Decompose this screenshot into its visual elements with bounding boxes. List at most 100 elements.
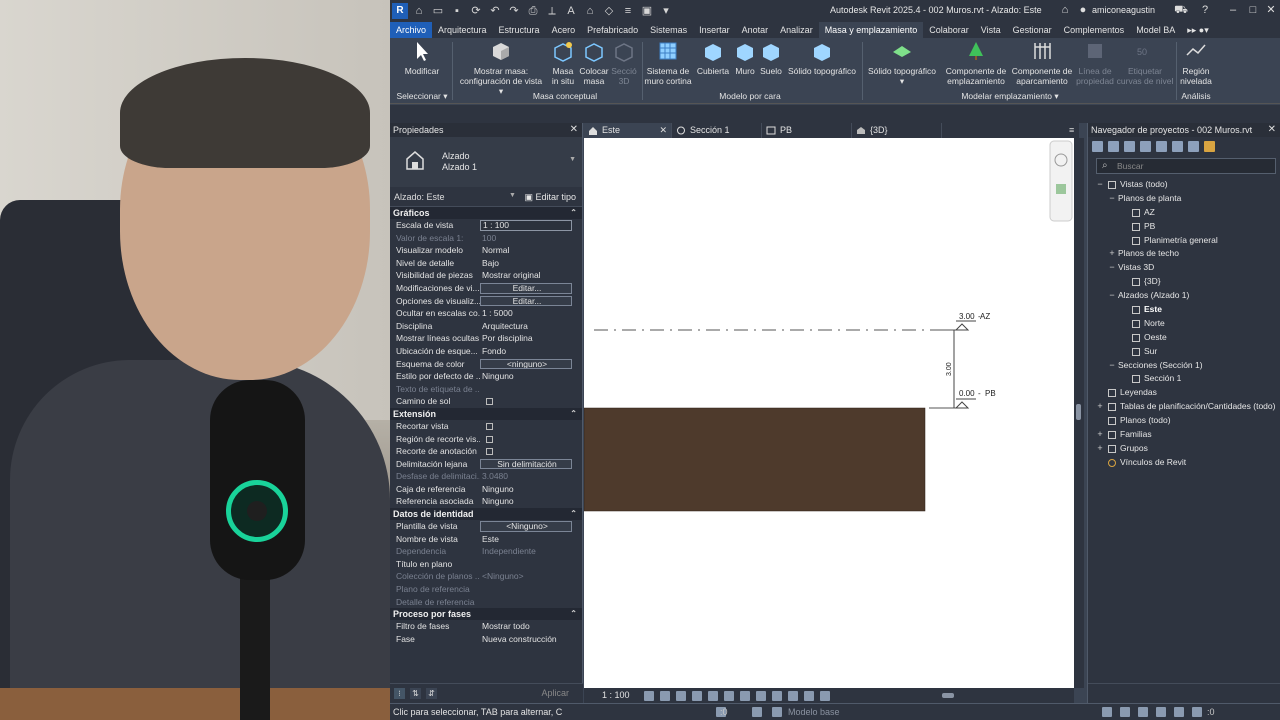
type-selector[interactable]: Alzado Alzado 1 ▼ xyxy=(390,137,582,187)
visual-style-icon[interactable] xyxy=(660,691,670,701)
property-value[interactable]: Ninguno xyxy=(480,495,582,508)
view-scale[interactable]: 1 : 100 xyxy=(602,690,630,700)
tree-node[interactable]: − Secciones (Sección 1) xyxy=(1088,359,1280,373)
tree-node[interactable]: Planimetría general xyxy=(1088,234,1280,248)
tab-estructura[interactable]: Estructura xyxy=(493,22,546,38)
home-view-icon[interactable] xyxy=(1092,140,1103,152)
label-contours-button[interactable]: 50 Etiquetar curvas de nivel xyxy=(1116,40,1174,86)
collapse-icon[interactable]: − xyxy=(1096,178,1104,192)
expand-icon[interactable]: + xyxy=(1096,442,1104,456)
analytical-icon[interactable] xyxy=(820,691,830,701)
tab-menu-icon[interactable]: ≡ xyxy=(1069,123,1079,138)
tree-node[interactable]: − Planos de planta xyxy=(1088,192,1280,206)
close-icon[interactable]: ✕ xyxy=(570,123,578,137)
roof-button[interactable]: Cubierta xyxy=(696,40,730,76)
property-checkbox[interactable] xyxy=(480,420,582,433)
tree-node[interactable]: Leyendas xyxy=(1088,386,1280,400)
tab-gestionar[interactable]: Gestionar xyxy=(1007,22,1058,38)
tree-node[interactable]: + Grupos xyxy=(1088,442,1280,456)
tab-analizar[interactable]: Analizar xyxy=(774,22,819,38)
tree-node[interactable]: Vínculos de Revit xyxy=(1088,456,1280,470)
collapse-icon[interactable]: − xyxy=(1108,359,1116,373)
close-icon[interactable]: ✕ xyxy=(1268,123,1276,137)
link-icon[interactable] xyxy=(1204,140,1215,152)
family-icon[interactable] xyxy=(1156,140,1167,152)
edit-type-button[interactable]: ▣ Editar tipo xyxy=(524,192,576,203)
show-mass-button[interactable]: Mostrar masa: configuración de vista ▾ xyxy=(458,40,544,96)
property-value[interactable]: Editar... xyxy=(480,282,572,294)
property-value[interactable]: Mostrar original xyxy=(480,269,582,282)
drawing-canvas[interactable]: 3.00 AZ - 0.00 - PB 3.00 xyxy=(584,138,1074,688)
maximize-icon[interactable]: □ xyxy=(1246,3,1260,17)
crop-view-icon[interactable] xyxy=(724,691,734,701)
property-value[interactable]: Ninguno xyxy=(480,370,582,383)
worksharing-icon[interactable] xyxy=(804,691,814,701)
tab-masa-emplazamiento[interactable]: Masa y emplazamiento xyxy=(818,22,924,38)
instance-selector[interactable]: Alzado: Este xyxy=(394,192,445,202)
show-crop-icon[interactable] xyxy=(740,691,750,701)
text-icon[interactable]: A xyxy=(563,3,579,19)
property-value[interactable]: Mostrar todo xyxy=(480,620,582,633)
tab-model-ba[interactable]: Model BA xyxy=(1130,22,1181,38)
property-value[interactable]: Este xyxy=(480,533,582,546)
property-line-button[interactable]: Línea de propiedad xyxy=(1076,40,1114,86)
expand-icon[interactable]: + xyxy=(1096,428,1104,442)
view-3d-icon[interactable] xyxy=(1108,140,1119,152)
tree-node[interactable]: − Vistas 3D xyxy=(1088,261,1280,275)
minimize-icon[interactable]: – xyxy=(1226,3,1240,17)
tab-view-3d[interactable]: {3D} xyxy=(852,123,942,138)
tree-node[interactable]: + Familias xyxy=(1088,428,1280,442)
parking-component-button[interactable]: Componente de aparcamiento xyxy=(1010,40,1074,86)
more-tabs-icon[interactable]: ▸▸ ●▾ xyxy=(1181,22,1215,38)
user-name[interactable]: amiconeagustin xyxy=(1092,5,1155,15)
section-3d-button[interactable]: Secció 3D xyxy=(610,40,638,86)
collapse-icon[interactable]: ⌃ xyxy=(570,207,577,219)
toposolid-button[interactable]: Sólido topográfico ▾ xyxy=(866,40,938,86)
property-value[interactable]: 1 : 100 xyxy=(480,220,572,231)
collapse-icon[interactable]: − xyxy=(1108,192,1116,206)
sheet-icon[interactable] xyxy=(1140,140,1151,152)
sun-path-icon[interactable] xyxy=(676,691,686,701)
home-icon[interactable]: ⌂ xyxy=(411,3,427,19)
undo-icon[interactable]: ↶ xyxy=(487,3,503,19)
temp-hide-icon[interactable] xyxy=(772,691,782,701)
property-section-header[interactable]: Gráficos ⌃ xyxy=(390,207,582,219)
tree-node[interactable]: Sección 1 xyxy=(1088,372,1280,386)
property-value[interactable]: Nueva construcción xyxy=(480,633,582,646)
revit-logo-icon[interactable]: R xyxy=(392,3,408,19)
property-value[interactable]: Normal xyxy=(480,244,582,257)
checkbox[interactable] xyxy=(486,398,493,406)
group-modelar-emplazamiento[interactable]: Modelar emplazamiento ▾ xyxy=(950,91,1070,102)
print-icon[interactable]: ⎙ xyxy=(525,3,541,19)
checkbox[interactable] xyxy=(486,435,493,443)
save-icon[interactable]: ▪ xyxy=(449,3,465,19)
graded-region-button[interactable]: Región nivelada xyxy=(1180,40,1212,86)
tab-archivo[interactable]: Archivo xyxy=(390,22,433,38)
tree-node[interactable]: Sur xyxy=(1088,345,1280,359)
tree-node[interactable]: Oeste xyxy=(1088,331,1280,345)
place-mass-button[interactable]: Colocar masa xyxy=(578,40,610,86)
tree-node[interactable]: {3D} xyxy=(1088,275,1280,289)
in-place-mass-button[interactable]: Masa in situ xyxy=(548,40,578,86)
checkbox[interactable] xyxy=(486,448,493,456)
select-links-icon[interactable] xyxy=(1102,707,1112,717)
cloud-icon[interactable]: ⌂ xyxy=(1058,3,1072,17)
property-value[interactable]: 1 : 5000 xyxy=(480,307,582,320)
property-value[interactable]: Bajo xyxy=(480,257,582,270)
property-value[interactable]: Sin delimitación xyxy=(480,458,572,470)
tree-node[interactable]: Planos (todo) xyxy=(1088,414,1280,428)
render-icon[interactable] xyxy=(708,691,718,701)
tab-vista[interactable]: Vista xyxy=(975,22,1007,38)
property-value[interactable]: Fondo xyxy=(480,345,582,358)
tab-acero[interactable]: Acero xyxy=(546,22,582,38)
toposolid-face-button[interactable]: Sólido topográfico xyxy=(786,40,858,76)
property-value[interactable]: Ninguno xyxy=(480,483,582,496)
user-icon[interactable]: ● xyxy=(1076,3,1090,17)
select-dropdown[interactable]: Seleccionar ▾ xyxy=(394,91,450,102)
property-value[interactable]: <Ninguno> xyxy=(480,521,572,532)
filter-icon[interactable] xyxy=(1188,140,1199,152)
detail-level-icon[interactable] xyxy=(644,691,654,701)
property-checkbox[interactable] xyxy=(480,433,582,446)
vertical-scrollbar[interactable] xyxy=(1074,138,1084,688)
property-section-header[interactable]: Datos de identidad ⌃ xyxy=(390,508,582,521)
